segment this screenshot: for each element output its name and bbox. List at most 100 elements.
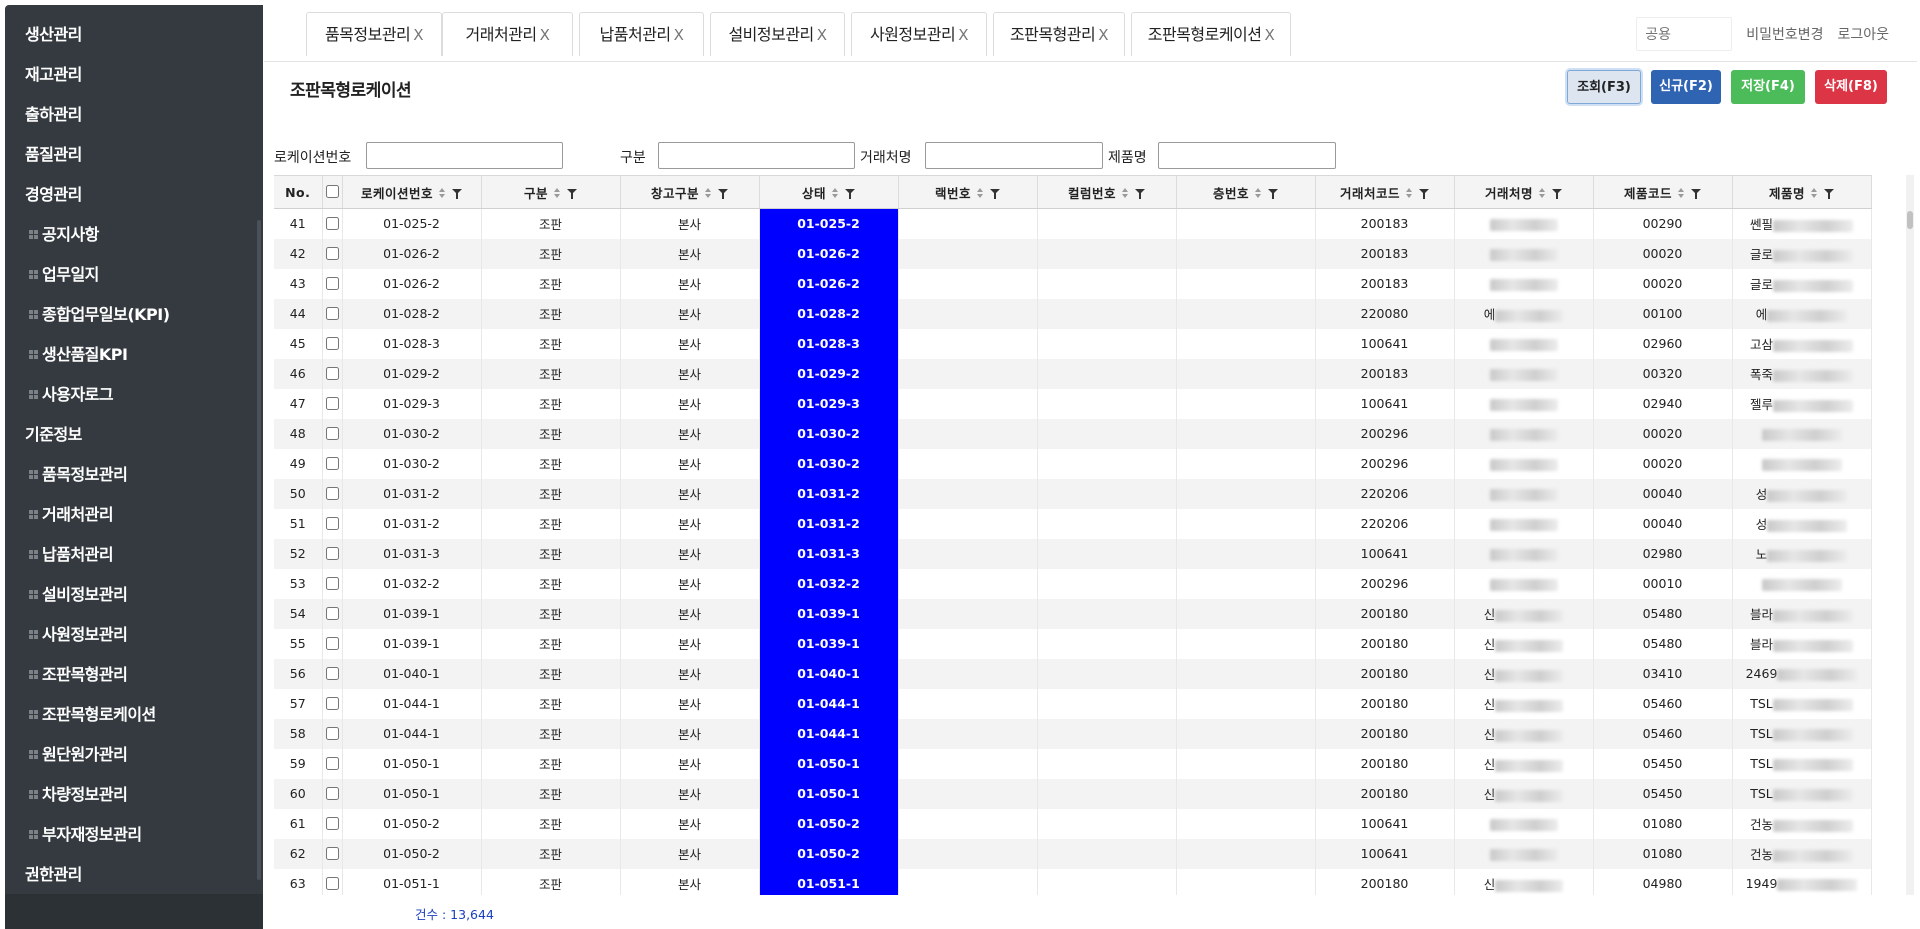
product-code-cell[interactable]: 02960 bbox=[1593, 328, 1733, 359]
floor-no-cell[interactable] bbox=[1176, 598, 1316, 629]
table-row[interactable]: 54 01-039-1 조판 본사 01-039-1 200180 신 05480 블라 bbox=[274, 598, 1872, 629]
category-cell[interactable]: 조판 bbox=[481, 748, 621, 779]
status-cell[interactable]: 01-051-1 bbox=[759, 868, 899, 895]
rack-no-cell[interactable] bbox=[898, 808, 1038, 839]
rack-no-cell[interactable] bbox=[898, 658, 1038, 689]
sort-icon[interactable] bbox=[554, 187, 561, 199]
scrollbar-thumb[interactable] bbox=[1907, 211, 1913, 229]
filter-icon[interactable] bbox=[1824, 188, 1834, 199]
row-checkbox[interactable] bbox=[325, 636, 339, 650]
column-no-cell[interactable] bbox=[1037, 298, 1177, 329]
category-cell[interactable]: 조판 bbox=[481, 838, 621, 869]
client-name-cell[interactable]: 신 bbox=[1454, 748, 1594, 779]
row-number[interactable]: 57 bbox=[274, 688, 323, 719]
location-no-cell[interactable]: 01-028-2 bbox=[342, 298, 482, 329]
sidebar-item[interactable]: 사용자로그 bbox=[29, 380, 114, 410]
status-cell[interactable]: 01-029-3 bbox=[759, 388, 899, 419]
location-no-cell[interactable]: 01-031-2 bbox=[342, 508, 482, 539]
rack-no-cell[interactable] bbox=[898, 688, 1038, 719]
category-cell[interactable]: 조판 bbox=[481, 598, 621, 629]
location-no-cell[interactable]: 01-031-2 bbox=[342, 478, 482, 509]
category-cell[interactable]: 조판 bbox=[481, 658, 621, 689]
warehouse-cell[interactable]: 본사 bbox=[620, 358, 760, 389]
rack-no-cell[interactable] bbox=[898, 598, 1038, 629]
column-header[interactable]: 층번호 bbox=[1176, 175, 1316, 209]
row-number[interactable]: 63 bbox=[274, 868, 323, 895]
rack-no-cell[interactable] bbox=[898, 268, 1038, 299]
product-code-cell[interactable]: 01080 bbox=[1593, 808, 1733, 839]
status-cell[interactable]: 01-028-2 bbox=[759, 298, 899, 329]
status-cell[interactable]: 01-030-2 bbox=[759, 418, 899, 449]
sidebar-item[interactable]: 품질관리 bbox=[25, 140, 82, 170]
location-no-cell[interactable]: 01-026-2 bbox=[342, 268, 482, 299]
sort-icon[interactable] bbox=[1539, 187, 1546, 199]
product-code-cell[interactable]: 05480 bbox=[1593, 628, 1733, 659]
column-no-cell[interactable] bbox=[1037, 538, 1177, 569]
warehouse-cell[interactable]: 본사 bbox=[620, 388, 760, 419]
category-cell[interactable]: 조판 bbox=[481, 538, 621, 569]
column-no-cell[interactable] bbox=[1037, 268, 1177, 299]
sidebar-item[interactable]: 생산관리 bbox=[25, 20, 82, 50]
client-code-cell[interactable]: 100641 bbox=[1315, 538, 1455, 569]
product-code-cell[interactable]: 00020 bbox=[1593, 418, 1733, 449]
row-number[interactable]: 44 bbox=[274, 298, 323, 329]
row-checkbox[interactable] bbox=[325, 666, 339, 680]
location-no-cell[interactable]: 01-044-1 bbox=[342, 688, 482, 719]
filter-icon[interactable] bbox=[1552, 188, 1562, 199]
product-code-cell[interactable]: 00100 bbox=[1593, 298, 1733, 329]
category-cell[interactable]: 조판 bbox=[481, 568, 621, 599]
client-code-cell[interactable]: 200180 bbox=[1315, 748, 1455, 779]
table-row[interactable]: 50 01-031-2 조판 본사 01-031-2 220206 00040 성 bbox=[274, 478, 1872, 509]
client-name-cell[interactable]: 에 bbox=[1454, 298, 1594, 329]
warehouse-cell[interactable]: 본사 bbox=[620, 838, 760, 869]
client-code-cell[interactable]: 200180 bbox=[1315, 628, 1455, 659]
warehouse-cell[interactable]: 본사 bbox=[620, 268, 760, 299]
rack-no-cell[interactable] bbox=[898, 538, 1038, 569]
row-number[interactable]: 45 bbox=[274, 328, 323, 359]
table-row[interactable]: 61 01-050-2 조판 본사 01-050-2 100641 01080 건농 bbox=[274, 808, 1872, 839]
column-header[interactable]: 로케이션번호 bbox=[342, 175, 482, 209]
warehouse-cell[interactable]: 본사 bbox=[620, 478, 760, 509]
warehouse-cell[interactable]: 본사 bbox=[620, 448, 760, 479]
client-name-cell[interactable] bbox=[1454, 538, 1594, 569]
floor-no-cell[interactable] bbox=[1176, 298, 1316, 329]
product-name-cell[interactable]: TSL bbox=[1732, 748, 1872, 779]
column-header[interactable]: 제품코드 bbox=[1593, 175, 1733, 209]
row-number[interactable]: 47 bbox=[274, 388, 323, 419]
column-no-cell[interactable] bbox=[1037, 508, 1177, 539]
status-cell[interactable]: 01-040-1 bbox=[759, 658, 899, 689]
floor-no-cell[interactable] bbox=[1176, 418, 1316, 449]
product-name-cell[interactable]: 2469 bbox=[1732, 658, 1872, 689]
tab-close-icon[interactable]: X bbox=[540, 26, 550, 44]
tab-close-icon[interactable]: X bbox=[674, 26, 684, 44]
rack-no-cell[interactable] bbox=[898, 628, 1038, 659]
sidebar-item[interactable]: 종합업무일보(KPI) bbox=[29, 300, 170, 330]
warehouse-cell[interactable]: 본사 bbox=[620, 628, 760, 659]
rack-no-cell[interactable] bbox=[898, 418, 1038, 449]
sort-icon[interactable] bbox=[1811, 187, 1818, 199]
product-code-cell[interactable]: 05450 bbox=[1593, 778, 1733, 809]
floor-no-cell[interactable] bbox=[1176, 628, 1316, 659]
column-no-cell[interactable] bbox=[1037, 718, 1177, 749]
warehouse-cell[interactable]: 본사 bbox=[620, 688, 760, 719]
sort-icon[interactable] bbox=[1678, 187, 1685, 199]
client-name-cell[interactable]: 신 bbox=[1454, 628, 1594, 659]
product-name-cell[interactable]: 건농 bbox=[1732, 808, 1872, 839]
category-cell[interactable]: 조판 bbox=[481, 208, 621, 239]
row-number[interactable]: 55 bbox=[274, 628, 323, 659]
sidebar-item[interactable]: 설비정보관리 bbox=[29, 580, 128, 610]
product-code-cell[interactable]: 00290 bbox=[1593, 208, 1733, 239]
product-code-cell[interactable]: 05450 bbox=[1593, 748, 1733, 779]
column-no-cell[interactable] bbox=[1037, 238, 1177, 269]
tab[interactable]: 설비정보관리 X bbox=[710, 12, 845, 56]
table-row[interactable]: 53 01-032-2 조판 본사 01-032-2 200296 00010 bbox=[274, 568, 1872, 599]
category-cell[interactable]: 조판 bbox=[481, 688, 621, 719]
column-no-cell[interactable] bbox=[1037, 628, 1177, 659]
column-no-cell[interactable] bbox=[1037, 448, 1177, 479]
client-name-cell[interactable] bbox=[1454, 508, 1594, 539]
product-name-cell[interactable]: TSL bbox=[1732, 778, 1872, 809]
product-code-cell[interactable]: 04980 bbox=[1593, 868, 1733, 895]
row-checkbox[interactable] bbox=[325, 426, 339, 440]
table-row[interactable]: 41 01-025-2 조판 본사 01-025-2 200183 00290 쎈필 bbox=[274, 208, 1872, 239]
location-no-cell[interactable]: 01-029-2 bbox=[342, 358, 482, 389]
